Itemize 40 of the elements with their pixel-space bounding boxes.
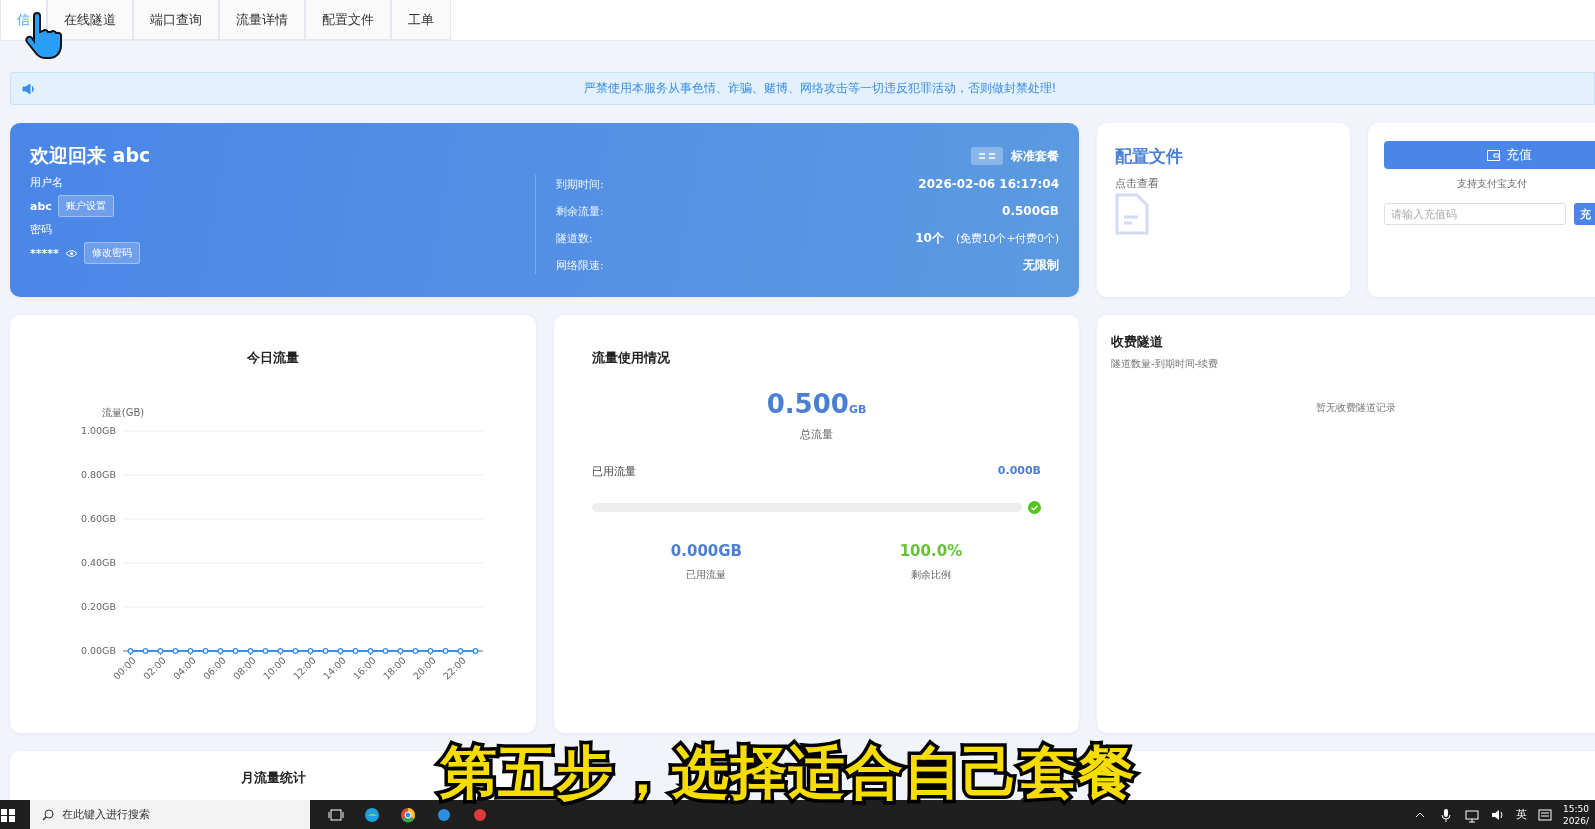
empty-message: 暂无收费隧道记录 [1315, 401, 1397, 415]
detail-label: 网络限速: [556, 257, 604, 273]
detail-label: 到期时间: [556, 176, 604, 192]
stat-value: 0.000GB [670, 542, 743, 560]
detail-value: 2026-02-06 16:17:04 [918, 177, 1059, 191]
card-title: 收费隧道 [1111, 334, 1163, 349]
payment-note: 支持支付宝支付 [1455, 177, 1528, 191]
masked-password: ***** [30, 246, 59, 260]
detail-value: 无限制 [1023, 257, 1059, 272]
detail-note: (免费10个+付费0个) [955, 231, 1059, 244]
field-label: 密码 [30, 222, 53, 237]
card-title: 配置文件 [1115, 145, 1184, 168]
hint-text: 点击查看 [1115, 176, 1160, 191]
field-label: 用户名 [30, 175, 64, 190]
card-title: 今日流量 [247, 349, 299, 367]
username: abc [30, 199, 52, 213]
tick-label: 0.40GB [80, 557, 116, 568]
total-traffic: 0.500GB [765, 389, 868, 419]
detail-label: 剩余流量: [556, 203, 604, 219]
tick-label: 1.00GB [80, 425, 116, 436]
tick-label: 0.60GB [80, 513, 116, 524]
tick-label: 0.80GB [80, 469, 116, 480]
card-subtitle: 隧道数量-到期时间-续费 [1111, 357, 1220, 371]
notice-text: 严禁使用本服务从事色情、诈骗、赌博、网络攻击等一切违反犯罪活动，否则做封禁处理! [582, 80, 1058, 97]
tick-label: 0.00GB [80, 645, 116, 656]
detail-label: 隧道数: [556, 230, 593, 246]
axis-title: 流量(GB) [101, 407, 145, 418]
detail-value: 10个 [915, 230, 944, 245]
card-title: 月流量统计 [240, 769, 306, 787]
card-title: 流量使用情况 [592, 349, 671, 367]
stat-value: 100.0% [899, 542, 963, 560]
plan-name: 标准套餐 [1011, 147, 1059, 165]
used-label: 已用流量 [592, 464, 636, 479]
total-label: 总流量 [800, 427, 833, 442]
used-value: 0.000B [997, 464, 1041, 479]
welcome-title: 欢迎回来 abc [30, 143, 151, 168]
stat-label: 已用流量 [686, 568, 727, 582]
tick-label: 0.20GB [80, 601, 116, 612]
stat-label: 剩余比例 [910, 568, 951, 582]
detail-value: 0.500GB [1002, 204, 1059, 218]
